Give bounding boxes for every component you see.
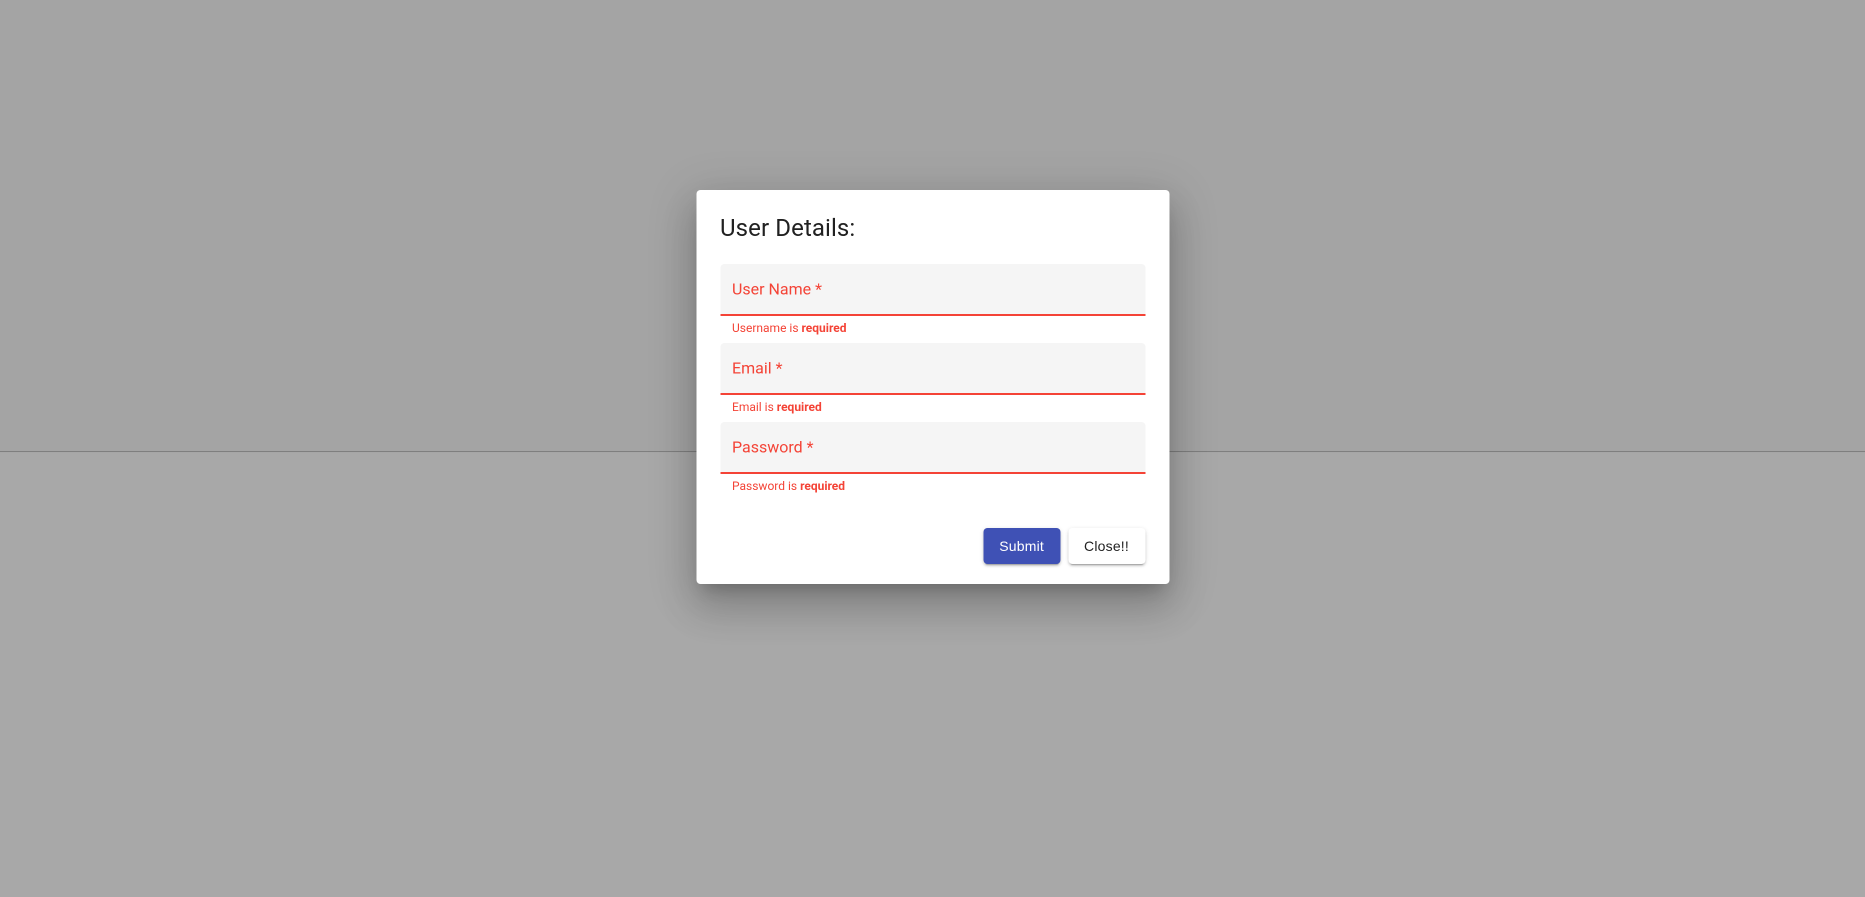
password-error: Password is required — [720, 474, 1145, 501]
username-error-strong: required — [802, 321, 847, 335]
submit-button[interactable]: Submit — [983, 528, 1060, 564]
username-error: Username is required — [720, 316, 1145, 343]
email-error-strong: required — [777, 400, 822, 414]
email-input[interactable] — [720, 343, 1145, 393]
dialog-actions: Submit Close!! — [720, 528, 1145, 564]
username-error-prefix: Username is — [732, 321, 802, 335]
user-details-dialog: User Details: User Name * Username is re… — [696, 190, 1169, 584]
email-error: Email is required — [720, 395, 1145, 422]
password-error-prefix: Password is — [732, 479, 800, 493]
email-error-prefix: Email is — [732, 400, 777, 414]
email-field-wrapper: Email * — [720, 343, 1145, 395]
password-error-strong: required — [800, 479, 845, 493]
dialog-title: User Details: — [720, 214, 1145, 242]
password-field-wrapper: Password * — [720, 422, 1145, 474]
username-field-wrapper: User Name * — [720, 264, 1145, 316]
password-input[interactable] — [720, 422, 1145, 472]
close-button[interactable]: Close!! — [1068, 528, 1145, 564]
username-input[interactable] — [720, 264, 1145, 314]
